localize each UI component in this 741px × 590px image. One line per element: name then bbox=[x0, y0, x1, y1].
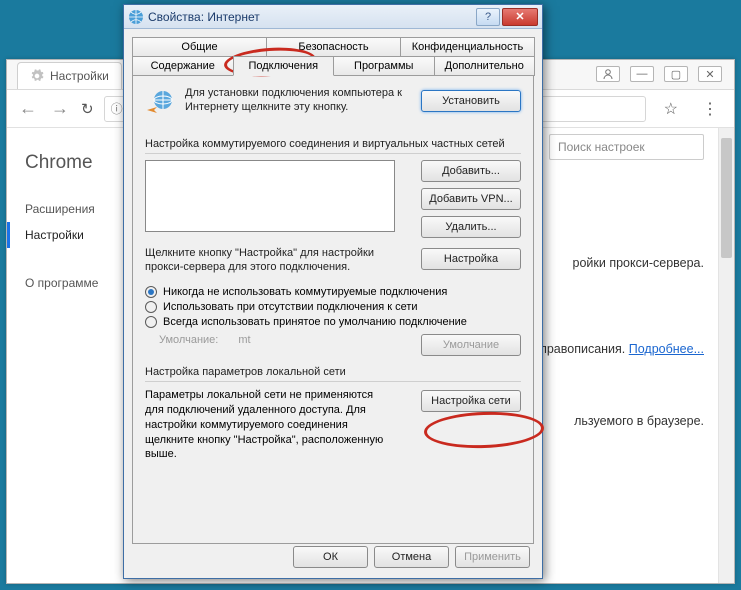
remove-button[interactable]: Удалить... bbox=[421, 216, 521, 238]
tab-privacy[interactable]: Конфиденциальность bbox=[400, 37, 535, 57]
reload-button[interactable]: ↻ bbox=[81, 100, 94, 118]
dialog-title: Свойства: Интернет bbox=[148, 10, 476, 24]
url-info-icon: ⓘ bbox=[111, 100, 123, 117]
divider bbox=[145, 381, 521, 382]
gear-icon bbox=[30, 69, 44, 83]
tab-advanced[interactable]: Дополнительно bbox=[434, 56, 536, 76]
ok-button[interactable]: ОК bbox=[293, 546, 368, 568]
lan-group-title: Настройка параметров локальной сети bbox=[145, 366, 521, 378]
dialog-titlebar[interactable]: Свойства: Интернет ? ✕ bbox=[124, 5, 542, 29]
chrome-settings-search[interactable]: Поиск настроек bbox=[549, 134, 704, 160]
default-value: mt bbox=[238, 334, 250, 346]
scrollbar-thumb[interactable] bbox=[721, 138, 732, 258]
chrome-scrollbar[interactable] bbox=[718, 128, 734, 583]
chrome-text-browser: льзуемого в браузере. bbox=[574, 414, 704, 428]
chrome-sidebar: Chrome Расширения Настройки О программе bbox=[7, 128, 142, 583]
dialog-close-button[interactable]: ✕ bbox=[502, 8, 538, 26]
set-default-button: Умолчание bbox=[421, 334, 521, 356]
dialog-bottom-buttons: ОК Отмена Применить bbox=[293, 546, 530, 568]
globe-icon bbox=[128, 9, 144, 25]
radio-dial-no-net[interactable]: Использовать при отсутствии подключения … bbox=[145, 301, 521, 313]
connections-tab-pane: Для установки подключения компьютера к И… bbox=[132, 76, 534, 544]
dialog-help-button[interactable]: ? bbox=[476, 8, 500, 26]
radio-icon bbox=[145, 286, 157, 298]
sidebar-item-settings[interactable]: Настройки bbox=[7, 222, 142, 248]
proxy-hint-text: Щелкните кнопку "Настройка" для настройк… bbox=[145, 246, 390, 275]
chrome-text-proxy: ройки прокси-сервера. bbox=[573, 256, 704, 270]
radio-icon bbox=[145, 301, 157, 313]
tab-content[interactable]: Содержание bbox=[132, 56, 234, 76]
chrome-tab-settings[interactable]: Настройки bbox=[17, 62, 122, 89]
connections-listbox[interactable] bbox=[145, 160, 395, 232]
add-button[interactable]: Добавить... bbox=[421, 160, 521, 182]
divider bbox=[145, 153, 521, 154]
chrome-avatar-button[interactable] bbox=[596, 66, 620, 82]
setup-intro-text: Для установки подключения компьютера к И… bbox=[185, 86, 405, 115]
tab-connections[interactable]: Подключения bbox=[233, 56, 335, 76]
apply-button: Применить bbox=[455, 546, 530, 568]
chrome-learnmore-link[interactable]: Подробнее... bbox=[629, 342, 704, 356]
settings-button[interactable]: Настройка bbox=[421, 248, 521, 270]
chrome-window-buttons: — ▢ ✕ bbox=[596, 66, 722, 82]
tab-programs[interactable]: Программы bbox=[333, 56, 435, 76]
add-vpn-button[interactable]: Добавить VPN... bbox=[421, 188, 521, 210]
radio-always-dial[interactable]: Всегда использовать принятое по умолчани… bbox=[145, 316, 521, 328]
globe-arrow-icon bbox=[145, 88, 177, 120]
radio-never-dial[interactable]: Никогда не использовать коммутируемые по… bbox=[145, 286, 521, 298]
radio-icon bbox=[145, 316, 157, 328]
default-label: Умолчание: bbox=[159, 334, 218, 346]
chrome-minimize-button[interactable]: — bbox=[630, 66, 654, 82]
bookmark-button[interactable]: ☆ bbox=[656, 99, 686, 119]
forward-button[interactable]: → bbox=[49, 98, 71, 119]
chrome-close-button[interactable]: ✕ bbox=[698, 66, 722, 82]
back-button[interactable]: ← bbox=[17, 98, 39, 119]
lan-text: Параметры локальной сети не применяются … bbox=[145, 388, 390, 462]
tab-general[interactable]: Общие bbox=[132, 37, 267, 57]
tab-security[interactable]: Безопасность bbox=[266, 37, 401, 57]
chrome-tab-label: Настройки bbox=[50, 69, 109, 83]
chrome-menu-button[interactable]: ⋮ bbox=[696, 99, 724, 119]
internet-properties-dialog: Свойства: Интернет ? ✕ Общие Безопасност… bbox=[123, 4, 543, 579]
cancel-button[interactable]: Отмена bbox=[374, 546, 449, 568]
dialup-group-title: Настройка коммутируемого соединения и ви… bbox=[145, 138, 521, 150]
chrome-maximize-button[interactable]: ▢ bbox=[664, 66, 688, 82]
chrome-text-spell: и правописания. Подробнее... bbox=[530, 342, 704, 356]
lan-settings-button[interactable]: Настройка сети bbox=[421, 390, 521, 412]
setup-button[interactable]: Установить bbox=[421, 90, 521, 112]
